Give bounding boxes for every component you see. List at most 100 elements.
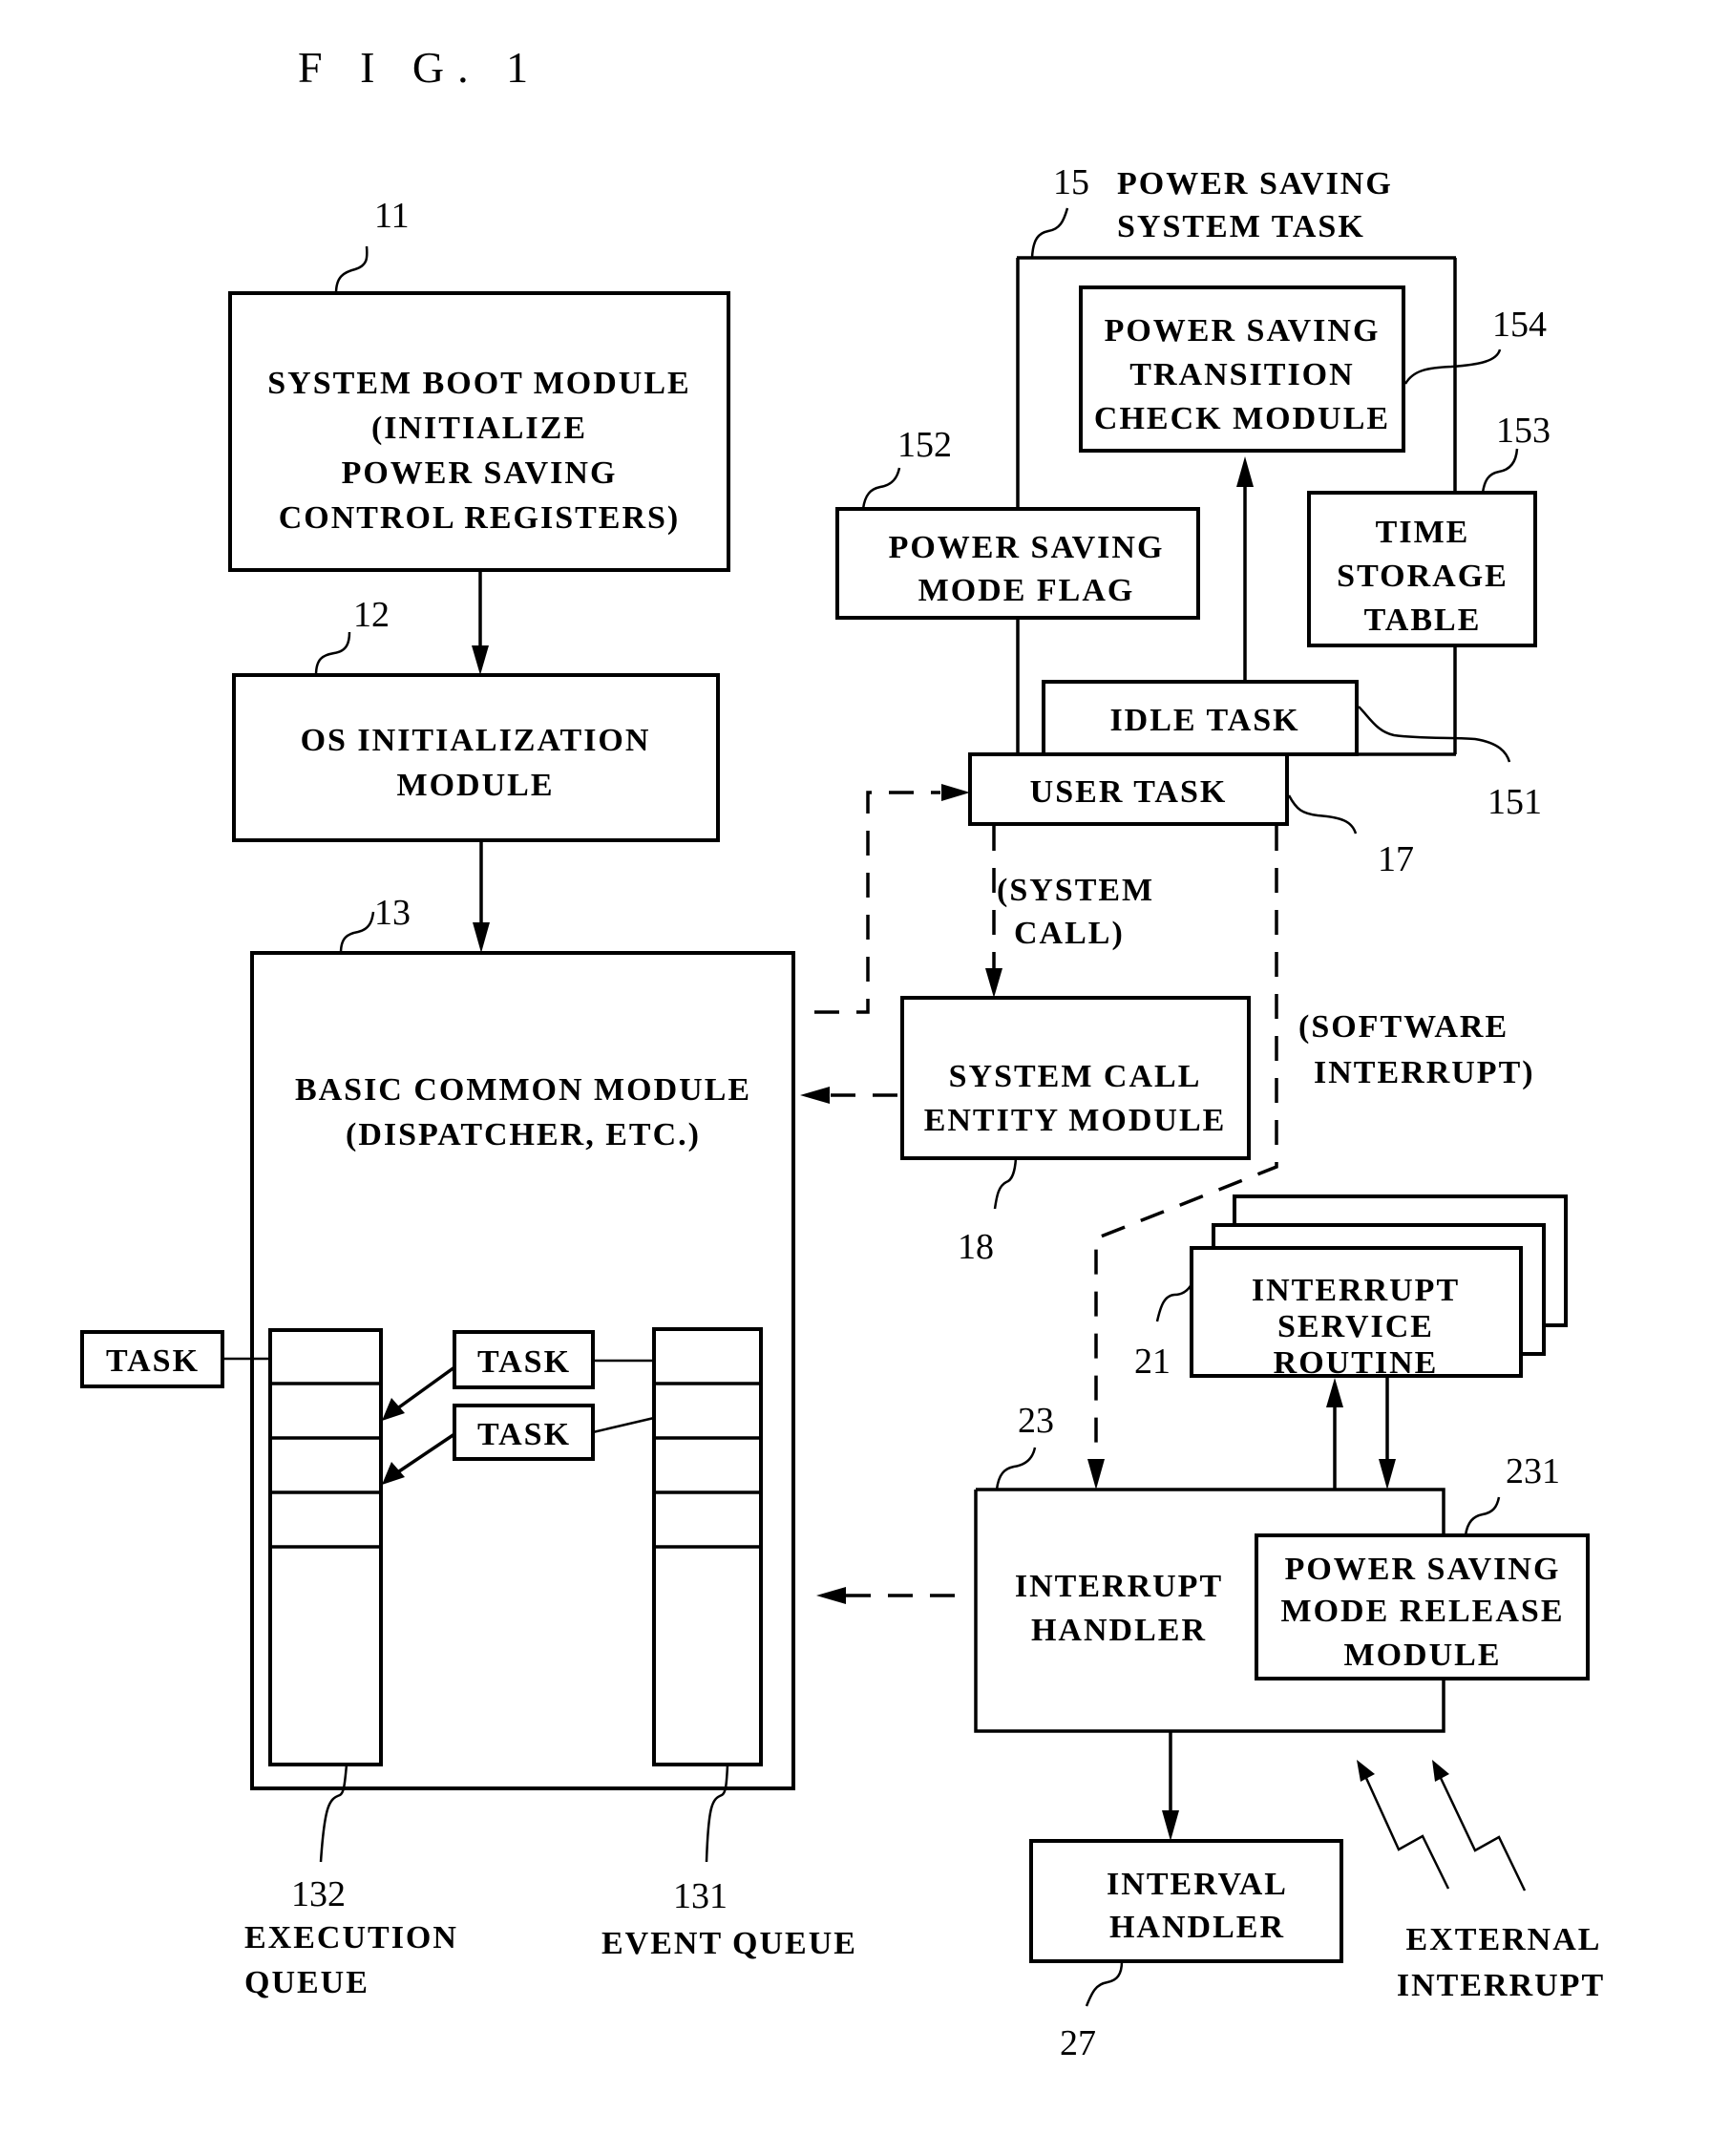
event-queue-label: EVENT QUEUE <box>601 1926 857 1961</box>
basic-common-line-2: (DISPATCHER, ETC.) <box>346 1117 701 1152</box>
mode-release-line-3: MODULE <box>1344 1638 1502 1673</box>
mode-release-module-block: POWER SAVING MODE RELEASE MODULE 231 <box>1255 1451 1590 1680</box>
external-interrupt-label-line-2: INTERRUPT <box>1397 1968 1605 2003</box>
external-interrupt-signal-1 <box>1363 1775 1450 1890</box>
os-init-line-2: MODULE <box>397 768 555 803</box>
task-outside: TASK <box>80 1330 270 1388</box>
arrowhead-system-call-to-basic-common <box>800 1087 830 1104</box>
ref-number-152: 152 <box>897 425 952 465</box>
system-call-entity-line-1: SYSTEM CALL <box>949 1059 1202 1094</box>
ref-leader-231 <box>1464 1496 1501 1536</box>
arrowhead-system-call <box>985 968 1002 998</box>
ref-leader-17 <box>1287 794 1358 835</box>
system-boot-line-4: CONTROL REGISTERS) <box>279 500 681 536</box>
arrowhead-dispatch-to-user-task <box>941 784 970 801</box>
arrowhead-handler-to-isr <box>1326 1378 1343 1407</box>
execution-queue-label-line-1: EXECUTION <box>244 1920 458 1955</box>
user-task-label: USER TASK <box>1030 774 1228 810</box>
system-boot-line-1: SYSTEM BOOT MODULE <box>267 366 690 401</box>
time-storage-line-3: TABLE <box>1364 602 1482 638</box>
time-storage-line-2: STORAGE <box>1337 559 1508 594</box>
task-label: TASK <box>106 1343 200 1379</box>
ref-number-23: 23 <box>1018 1401 1054 1441</box>
ref-number-154: 154 <box>1492 305 1547 345</box>
idle-task-label: IDLE TASK <box>1109 703 1299 738</box>
ref-leader-15 <box>1030 207 1069 259</box>
system-call-annotation-line-2: CALL) <box>1014 916 1125 951</box>
system-boot-module-block: SYSTEM BOOT MODULE (INITIALIZE POWER SAV… <box>228 196 730 572</box>
transition-check-line-3: CHECK MODULE <box>1094 401 1390 436</box>
interrupt-handler-line-1: INTERRUPT <box>1015 1569 1223 1604</box>
ref-leader-11 <box>334 245 369 294</box>
ref-number-27: 27 <box>1060 2023 1096 2063</box>
arrowhead-software-interrupt <box>1087 1459 1105 1490</box>
ref-leader-21 <box>1155 1283 1193 1322</box>
system-call-entity-line-2: ENTITY MODULE <box>924 1103 1227 1138</box>
ref-leader-154 <box>1403 349 1502 385</box>
ref-number-151: 151 <box>1487 782 1542 822</box>
system-task-title-line-1: POWER SAVING <box>1117 166 1393 201</box>
software-interrupt-annotation-line-2: INTERRUPT) <box>1314 1055 1535 1090</box>
interval-handler-line-2: HANDLER <box>1109 1910 1285 1945</box>
arrowhead-idle-to-transition-check <box>1236 456 1254 487</box>
interval-handler-block: INTERVAL HANDLER 27 <box>1029 1839 1343 2063</box>
dashed-dispatch-to-user-task <box>814 791 940 1014</box>
ref-number-17: 17 <box>1378 839 1414 879</box>
transition-check-line-1: POWER SAVING <box>1105 313 1381 349</box>
mode-flag-line-1: POWER SAVING <box>889 530 1165 565</box>
ref-number-231: 231 <box>1506 1451 1560 1491</box>
interrupt-handler-line-2: HANDLER <box>1031 1613 1207 1648</box>
patent-figure-diagram: F I G. 1 SYSTEM BOOT MODULE (INITIALIZE … <box>80 43 1605 2063</box>
software-interrupt-annotation-line-1: (SOFTWARE <box>1298 1009 1508 1045</box>
ref-leader-12 <box>314 631 351 676</box>
arrowhead-boot-to-os-init <box>472 645 489 675</box>
external-interrupt-label-line-1: EXTERNAL <box>1406 1922 1602 1957</box>
user-task-block: USER TASK 17 <box>968 752 1414 879</box>
ref-number-11: 11 <box>374 196 410 236</box>
ref-number-12: 12 <box>353 595 390 635</box>
ref-leader-153 <box>1481 448 1519 494</box>
ref-leader-23 <box>995 1447 1037 1490</box>
interrupt-service-routine-block: INTERRUPT SERVICE ROUTINE 21 <box>1134 1194 1568 1382</box>
mode-release-line-1: POWER SAVING <box>1285 1552 1561 1587</box>
interval-handler-line-1: INTERVAL <box>1107 1867 1288 1902</box>
ref-leader-13 <box>339 911 375 954</box>
ref-leader-152 <box>861 467 901 510</box>
isr-line-2: SERVICE <box>1277 1309 1434 1344</box>
interrupt-handler-frame-top-right <box>976 1488 1445 1535</box>
ref-number-18: 18 <box>958 1227 994 1267</box>
isr-line-3: ROUTINE <box>1274 1345 1439 1381</box>
system-boot-line-3: POWER SAVING <box>342 455 618 491</box>
os-init-line-1: OS INITIALIZATION <box>301 723 651 758</box>
external-interrupt-arrowhead-1 <box>1357 1760 1375 1782</box>
ref-number-131: 131 <box>673 1876 728 1916</box>
system-task-title-line-2: SYSTEM TASK <box>1117 209 1365 244</box>
mode-flag-line-2: MODE FLAG <box>918 573 1135 608</box>
external-interrupt-arrowhead-2 <box>1432 1760 1449 1782</box>
arrowhead-handler-to-basic-common <box>816 1587 846 1604</box>
os-initialization-block: OS INITIALIZATION MODULE 12 <box>232 595 720 842</box>
power-saving-system-task-block: 15 POWER SAVING SYSTEM TASK <box>1016 162 1457 756</box>
transition-check-module-block: POWER SAVING TRANSITION CHECK MODULE 154 <box>1079 285 1547 453</box>
arrowhead-handler-to-interval <box>1162 1810 1179 1841</box>
external-interrupt-signal-2 <box>1438 1775 1527 1892</box>
time-storage-line-1: TIME <box>1376 515 1470 550</box>
figure-title: F I G. 1 <box>298 43 541 92</box>
system-call-annotation-line-1: (SYSTEM <box>997 873 1154 908</box>
mode-release-line-2: MODE RELEASE <box>1281 1594 1565 1629</box>
ref-number-153: 153 <box>1496 411 1551 451</box>
ref-number-13: 13 <box>374 893 411 933</box>
system-call-entity-block: SYSTEM CALL ENTITY MODULE 18 <box>900 996 1251 1267</box>
execution-queue-label-line-2: QUEUE <box>244 1965 369 2000</box>
arrowhead-os-init-to-basic-common <box>473 922 490 953</box>
ref-number-132: 132 <box>291 1874 346 1914</box>
task-label: TASK <box>477 1344 571 1380</box>
task-label: TASK <box>477 1417 571 1452</box>
system-boot-line-2: (INITIALIZE <box>371 411 587 446</box>
basic-common-line-1: BASIC COMMON MODULE <box>295 1072 751 1108</box>
isr-line-1: INTERRUPT <box>1252 1273 1460 1308</box>
external-interrupt-signals: EXTERNAL INTERRUPT <box>1357 1760 1605 2003</box>
transition-check-line-2: TRANSITION <box>1129 357 1354 392</box>
ref-leader-27 <box>1085 1960 1124 2007</box>
ref-leader-18 <box>993 1157 1018 1210</box>
